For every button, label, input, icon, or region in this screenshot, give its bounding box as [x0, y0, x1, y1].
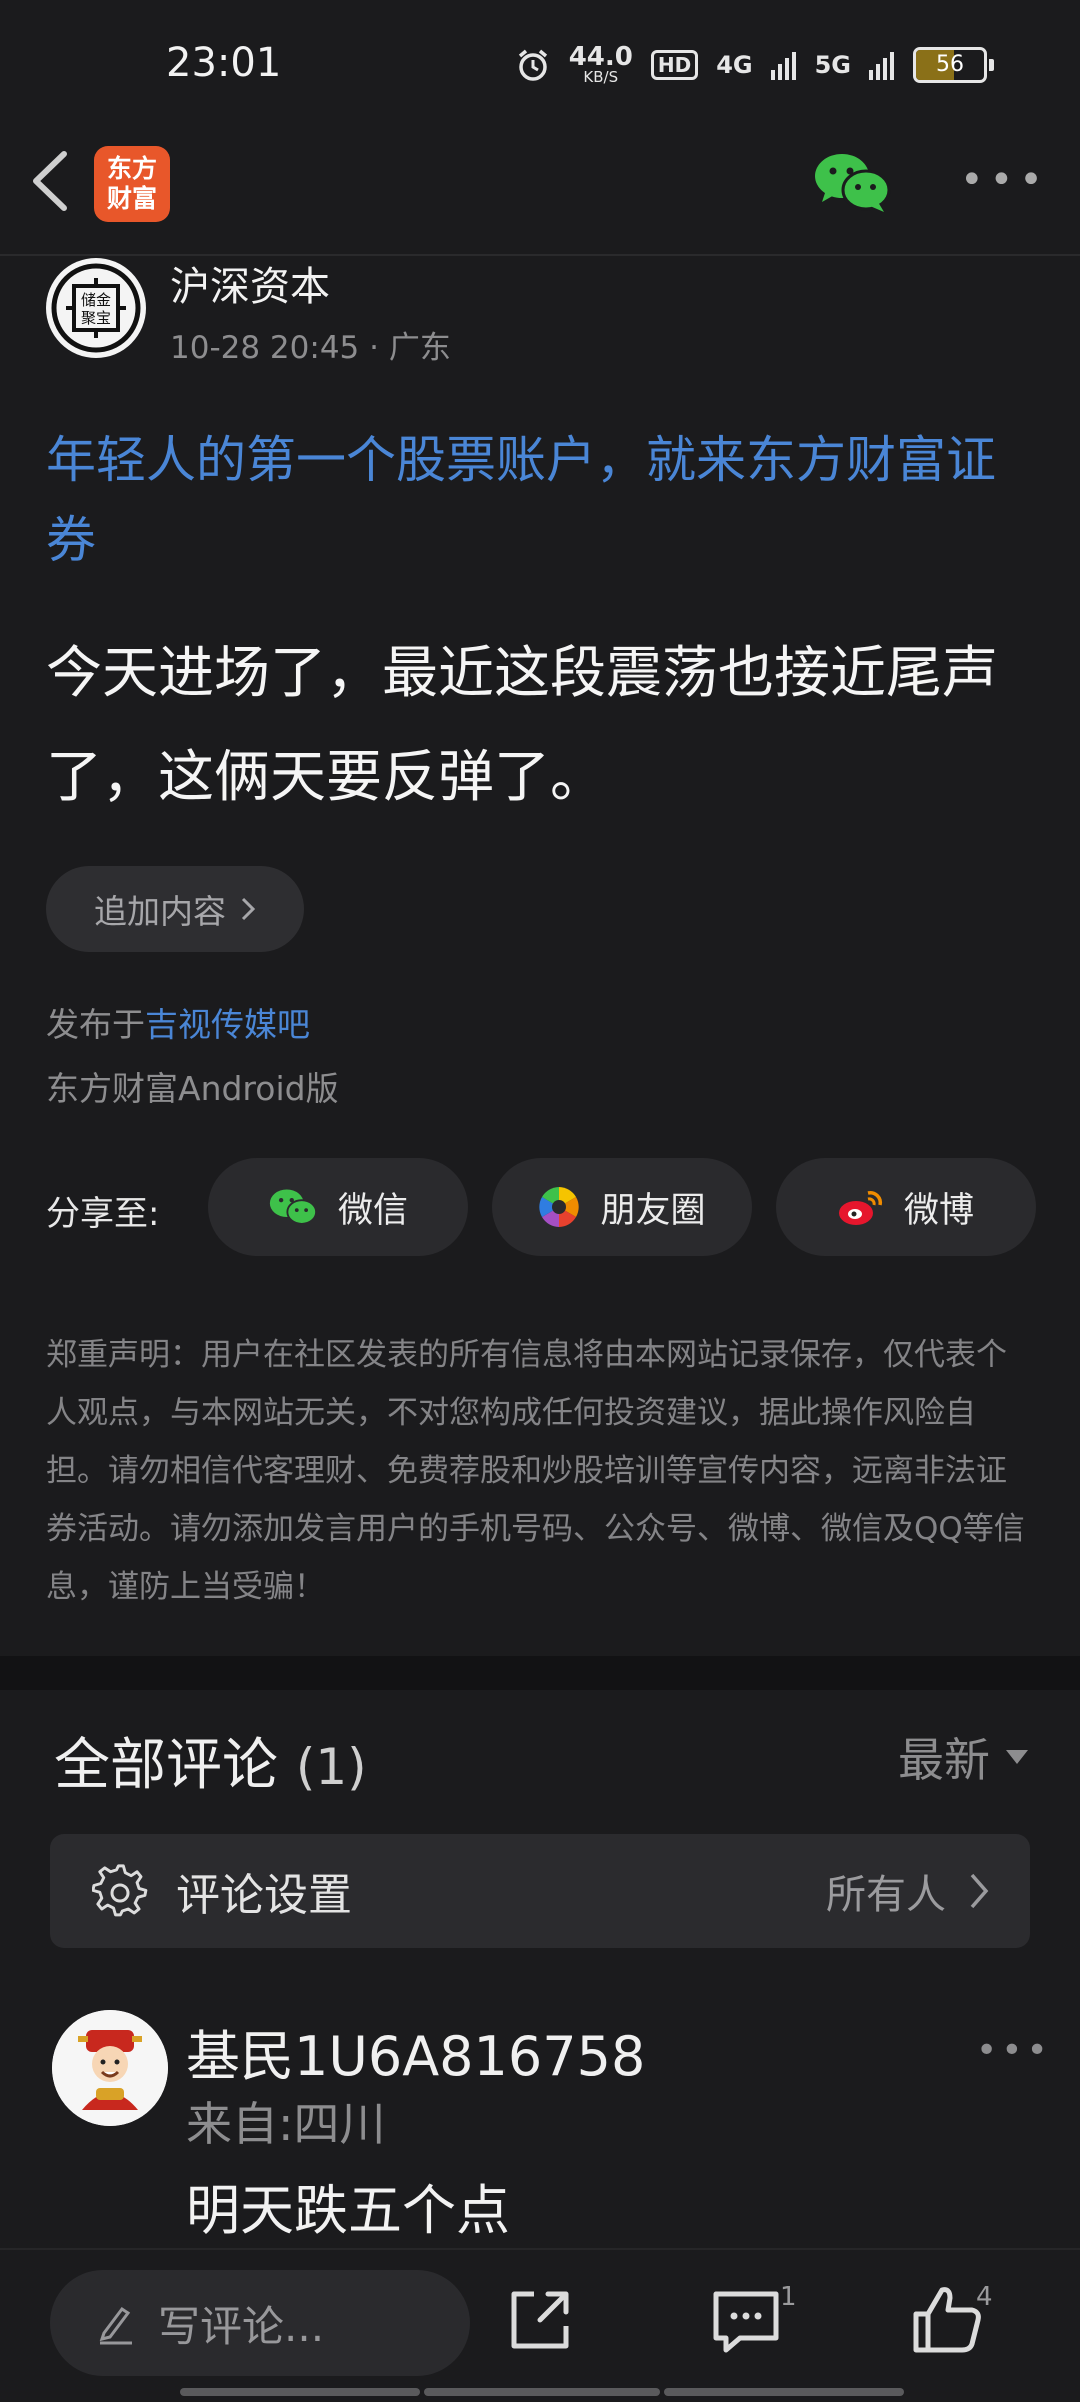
- share-wechat-button[interactable]: 微信: [208, 1158, 468, 1256]
- home-indicator: [664, 2388, 904, 2396]
- share-out-icon[interactable]: [500, 2280, 580, 2360]
- sort-dropdown[interactable]: 最新: [898, 1724, 1028, 1790]
- comments-count: (1): [295, 1738, 367, 1796]
- post-time: 10-28 20:45: [170, 330, 360, 366]
- commenter-location: 来自:四川: [186, 2097, 386, 2151]
- svg-text:储金: 储金: [81, 291, 111, 309]
- net-speed-value: 44.0: [568, 42, 633, 72]
- commenter-name[interactable]: 基民1U6A816758: [186, 2012, 645, 2091]
- comments-title: 全部评论 (1): [54, 1720, 367, 1801]
- weibo-icon: [838, 1191, 882, 1225]
- commenter-avatar[interactable]: [52, 2010, 168, 2126]
- comment-more-icon[interactable]: •••: [976, 2030, 1052, 2071]
- author-name[interactable]: 沪深资本: [170, 254, 330, 312]
- wechat-icon: [269, 1189, 318, 1225]
- wechat-share-icon[interactable]: [812, 150, 892, 214]
- board-link[interactable]: 吉视传媒吧: [145, 1005, 310, 1044]
- write-comment-input[interactable]: 写评论...: [50, 2270, 470, 2376]
- alarm-icon: [518, 49, 547, 81]
- author-avatar-seal: 储金 聚宝: [48, 260, 144, 356]
- like-count-badge: 4: [976, 2282, 993, 2312]
- write-comment-placeholder: 写评论...: [158, 2301, 325, 2351]
- section-divider: [0, 1656, 1080, 1690]
- battery-icon: 56: [913, 46, 987, 83]
- svg-text:聚宝: 聚宝: [81, 309, 111, 327]
- sort-label: 最新: [898, 1733, 990, 1787]
- status-time: 23:01: [166, 40, 282, 86]
- author-avatar[interactable]: 储金 聚宝: [46, 258, 146, 358]
- status-icons: 44.0 KB/S HD 4G 5G 56: [515, 44, 994, 85]
- post-meta: 10-28 20:45 · 广东: [170, 322, 451, 367]
- hd-icon: HD: [650, 49, 699, 80]
- share-wechat-label: 微信: [337, 1190, 408, 1231]
- app-logo-line2: 财富: [106, 184, 157, 213]
- post-location: · 广东: [369, 330, 451, 366]
- comments-title-label: 全部评论: [54, 1733, 278, 1798]
- append-content-label: 追加内容: [94, 892, 226, 931]
- moments-icon: [539, 1187, 580, 1227]
- share-label: 分享至:: [46, 1194, 160, 1234]
- signal-5g-icon: 5G: [814, 50, 851, 79]
- app-logo-line1: 东方: [106, 154, 157, 183]
- comment-settings-value: 所有人: [826, 1872, 946, 1918]
- chevron-right-icon: [241, 897, 256, 921]
- net-speed-unit: KB/S: [583, 68, 619, 86]
- share-moments-label: 朋友圈: [600, 1190, 706, 1231]
- comment-settings-bar[interactable]: 评论设置 所有人: [50, 1834, 1030, 1948]
- share-weibo-button[interactable]: 微博: [776, 1158, 1036, 1256]
- signal-bars-icon: [869, 51, 894, 80]
- comment-settings-label: 评论设置: [176, 1870, 352, 1921]
- battery-tip: [989, 58, 994, 71]
- dropdown-triangle-icon: [1006, 1750, 1028, 1764]
- comment-count-badge: 1: [780, 2282, 797, 2312]
- signal-4g-icon: 4G: [716, 50, 753, 79]
- promo-link[interactable]: 年轻人的第一个股票账户，就来东方财富证券: [46, 420, 1036, 580]
- back-arrow-icon[interactable]: [24, 146, 76, 216]
- post-platform: 东方财富Android版: [46, 1069, 339, 1108]
- home-indicator: [180, 2388, 420, 2396]
- comment-text: 明天跌五个点: [186, 2179, 510, 2242]
- published-in: 发布于吉视传媒吧: [46, 998, 310, 1046]
- caishen-avatar-icon: [52, 2010, 168, 2126]
- disclaimer: 郑重声明：用户在社区发表的所有信息将由本网站记录保存，仅代表个人观点，与本网站无…: [46, 1337, 1025, 1605]
- nav-divider: [0, 254, 1080, 256]
- net-speed: 44.0 KB/S: [569, 44, 633, 85]
- share-weibo-label: 微博: [903, 1190, 974, 1231]
- append-content-button[interactable]: 追加内容: [46, 866, 304, 952]
- chevron-right-icon: [970, 1873, 989, 1909]
- published-prefix: 发布于: [46, 1005, 145, 1044]
- home-indicator: [424, 2388, 660, 2396]
- battery-level: 56: [936, 51, 964, 77]
- gear-icon: [92, 1864, 148, 1917]
- signal-bars-icon: [770, 51, 796, 80]
- share-moments-button[interactable]: 朋友圈: [492, 1158, 752, 1256]
- post-content: 今天进场了，最近这段震荡也接近尾声了，这俩天要反弹了。: [46, 641, 998, 810]
- comment-icon[interactable]: [706, 2280, 786, 2360]
- more-options-icon[interactable]: •••: [960, 160, 1049, 200]
- pencil-icon: [99, 2306, 132, 2345]
- app-logo[interactable]: 东方 财富: [94, 146, 170, 222]
